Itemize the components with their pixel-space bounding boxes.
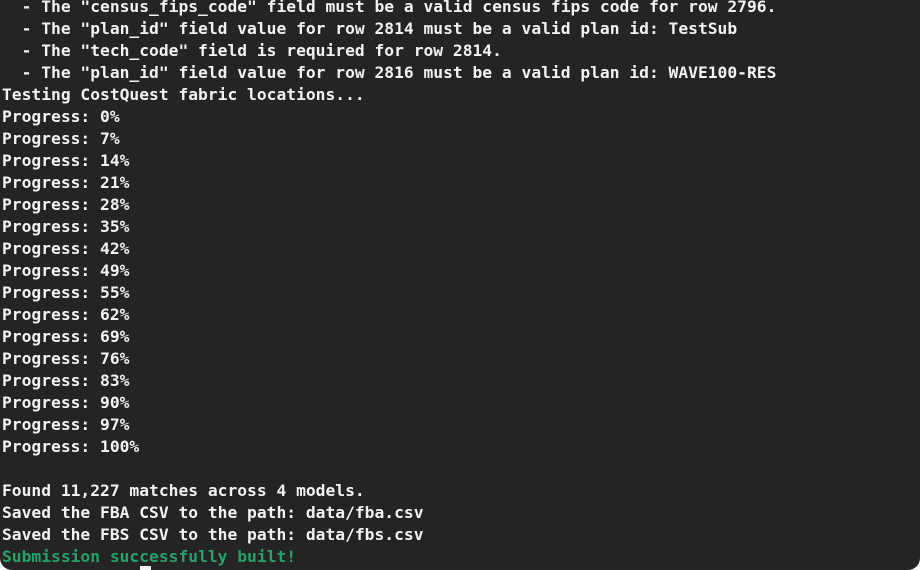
saved-fba-line: Saved the FBA CSV to the path: data/fba.… [2, 503, 424, 522]
progress-line: Progress: 42% [2, 239, 130, 258]
error-line-tech-code: - The "tech_code" field is required for … [2, 41, 502, 60]
progress-line: Progress: 28% [2, 195, 130, 214]
progress-line: Progress: 83% [2, 371, 130, 390]
saved-fbs-line: Saved the FBS CSV to the path: data/fbs.… [2, 525, 424, 544]
testing-status-line: Testing CostQuest fabric locations... [2, 85, 365, 104]
progress-line: Progress: 14% [2, 151, 130, 170]
progress-line: Progress: 49% [2, 261, 130, 280]
progress-line: Progress: 76% [2, 349, 130, 368]
progress-line: Progress: 90% [2, 393, 130, 412]
terminal-output: - The "census_fips_code" field must be a… [2, 0, 920, 568]
text-cursor [140, 566, 151, 570]
progress-line: Progress: 62% [2, 305, 130, 324]
progress-line: Progress: 97% [2, 415, 130, 434]
error-line-census-fips: - The "census_fips_code" field must be a… [2, 0, 777, 16]
error-line-plan-id-2816: - The "plan_id" field value for row 2816… [2, 63, 777, 82]
progress-line: Progress: 7% [2, 129, 120, 148]
error-line-plan-id-2814: - The "plan_id" field value for row 2814… [2, 19, 738, 38]
success-message-line: Submission successfully built! [2, 547, 297, 566]
progress-line: Progress: 69% [2, 327, 130, 346]
progress-line: Progress: 35% [2, 217, 130, 236]
terminal-window[interactable]: - The "census_fips_code" field must be a… [0, 0, 920, 570]
matches-summary-line: Found 11,227 matches across 4 models. [2, 481, 365, 500]
progress-line: Progress: 21% [2, 173, 130, 192]
progress-line: Progress: 55% [2, 283, 130, 302]
progress-line: Progress: 0% [2, 107, 120, 126]
progress-line: Progress: 100% [2, 437, 140, 456]
